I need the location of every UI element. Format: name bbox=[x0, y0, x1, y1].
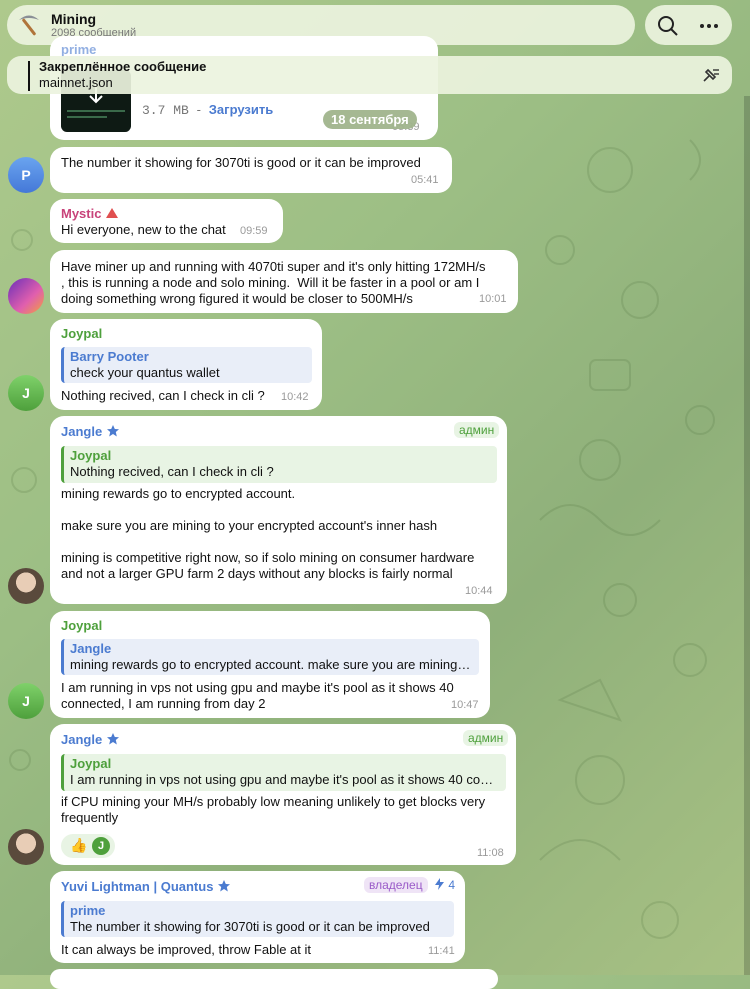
message-time: 10:42 bbox=[281, 391, 309, 403]
sender-name: Joypal bbox=[61, 618, 103, 633]
avatar[interactable]: J bbox=[8, 375, 44, 411]
pin-list-icon[interactable] bbox=[699, 64, 721, 86]
reply-text: Nothing recived, can I check in cli ? bbox=[70, 464, 274, 479]
message-bubble: Jangle админ Joypal Nothing recived, can… bbox=[50, 416, 507, 604]
pinned-text: mainnet.json bbox=[39, 75, 113, 90]
star-icon bbox=[218, 880, 231, 892]
avatar[interactable] bbox=[8, 278, 44, 314]
reply-sender: Jangle bbox=[70, 641, 112, 656]
reply-sender: Barry Pooter bbox=[70, 349, 149, 364]
message-time: 10:44 bbox=[465, 585, 493, 597]
reply-sender: Joypal bbox=[70, 448, 112, 463]
reply-text: check your quantus wallet bbox=[70, 365, 220, 380]
chat-title: Mining bbox=[51, 11, 97, 27]
reaction[interactable]: 👍 J bbox=[61, 834, 115, 858]
warning-triangle-icon bbox=[106, 208, 119, 218]
sender-name: Jangle bbox=[61, 732, 120, 747]
message-bubble: Joypal Barry Pooter check your quantus w… bbox=[50, 319, 322, 410]
message-bubble: Jangle админ Joypal I am running in vps … bbox=[50, 724, 516, 865]
message-bubble: Have miner up and running with 4070ti su… bbox=[50, 250, 518, 313]
message-text: The number it showing for 3070ti is good… bbox=[61, 155, 421, 170]
avatar[interactable]: J bbox=[8, 683, 44, 719]
reply-text: I am running in vps not using gpu and ma… bbox=[70, 772, 500, 787]
reply-quote[interactable]: Joypal Nothing recived, can I check in c… bbox=[61, 446, 497, 483]
pinned-indicator bbox=[28, 61, 30, 91]
sender-name: Mystic bbox=[61, 206, 119, 221]
message-text: Have miner up and running with 4070ti su… bbox=[61, 259, 486, 306]
sender-name: Jangle bbox=[61, 424, 120, 439]
sender-name: prime bbox=[61, 42, 97, 57]
star-icon bbox=[106, 425, 119, 437]
date-badge: 18 сентября bbox=[323, 110, 417, 129]
more-icon[interactable] bbox=[698, 15, 720, 37]
avatar[interactable] bbox=[8, 568, 44, 604]
file-separator: - bbox=[196, 102, 201, 117]
file-size: 3.7 MB bbox=[142, 103, 189, 118]
download-link[interactable]: Загрузить bbox=[209, 102, 273, 117]
message-time: 05:41 bbox=[411, 174, 439, 186]
owner-badge: владелец bbox=[364, 877, 428, 893]
sender-name: Yuvi Lightman | Quantus bbox=[61, 879, 231, 894]
message-time: 10:01 bbox=[479, 293, 507, 305]
reply-text: The number it showing for 3070ti is good… bbox=[70, 919, 430, 934]
message-bubble: Mystic Hi everyone, new to the chat 09:5… bbox=[50, 199, 283, 243]
avatar[interactable] bbox=[8, 829, 44, 865]
message-bubble-partial bbox=[50, 969, 498, 989]
pickaxe-icon bbox=[19, 15, 39, 36]
boost-icon bbox=[435, 878, 444, 890]
sender-name: Joypal bbox=[61, 326, 103, 341]
header-actions bbox=[645, 5, 732, 45]
message-time: 09:59 bbox=[240, 225, 268, 237]
star-icon bbox=[106, 733, 119, 745]
message-text: Hi everyone, new to the chat bbox=[61, 222, 226, 237]
reply-quote[interactable]: prime The number it showing for 3070ti i… bbox=[61, 901, 454, 937]
boost-count: 4 bbox=[434, 878, 455, 892]
reply-quote[interactable]: Joypal I am running in vps not using gpu… bbox=[61, 754, 506, 791]
message-text: I am running in vps not using gpu and ma… bbox=[61, 680, 454, 711]
thumbs-up-icon: 👍 bbox=[70, 837, 88, 853]
reply-sender: Joypal bbox=[70, 756, 112, 771]
message-time: 10:47 bbox=[451, 699, 479, 711]
admin-badge: админ bbox=[454, 422, 500, 438]
message-text: It can always be improved, throw Fable a… bbox=[61, 942, 312, 957]
message-text: if CPU mining your MH/s probably low mea… bbox=[61, 794, 486, 825]
reply-text: mining rewards go to encrypted account. … bbox=[70, 657, 473, 672]
avatar[interactable]: P bbox=[8, 157, 44, 193]
message-bubble: Joypal Jangle mining rewards go to encry… bbox=[50, 611, 490, 718]
admin-badge: админ bbox=[463, 730, 509, 746]
search-icon[interactable] bbox=[657, 15, 679, 37]
reply-sender: prime bbox=[70, 903, 106, 918]
pinned-label: Закреплённое сообщение bbox=[39, 59, 207, 74]
reaction-avatar: J bbox=[92, 837, 110, 855]
message-time: 11:41 bbox=[428, 945, 455, 957]
scrollbar[interactable] bbox=[744, 96, 750, 975]
message-bubble: The number it showing for 3070ti is good… bbox=[50, 147, 452, 193]
pinned-message-bar[interactable]: Закреплённое сообщение mainnet.json bbox=[7, 56, 732, 94]
reply-quote[interactable]: Barry Pooter check your quantus wallet bbox=[61, 347, 312, 383]
message-time: 11:08 bbox=[477, 847, 504, 859]
message-text: mining rewards go to encrypted account. … bbox=[61, 486, 475, 581]
message-text: Nothing recived, can I check in cli ? bbox=[61, 388, 265, 403]
message-bubble: Yuvi Lightman | Quantus владелец 4 prime… bbox=[50, 871, 465, 963]
reply-quote[interactable]: Jangle mining rewards go to encrypted ac… bbox=[61, 639, 479, 675]
